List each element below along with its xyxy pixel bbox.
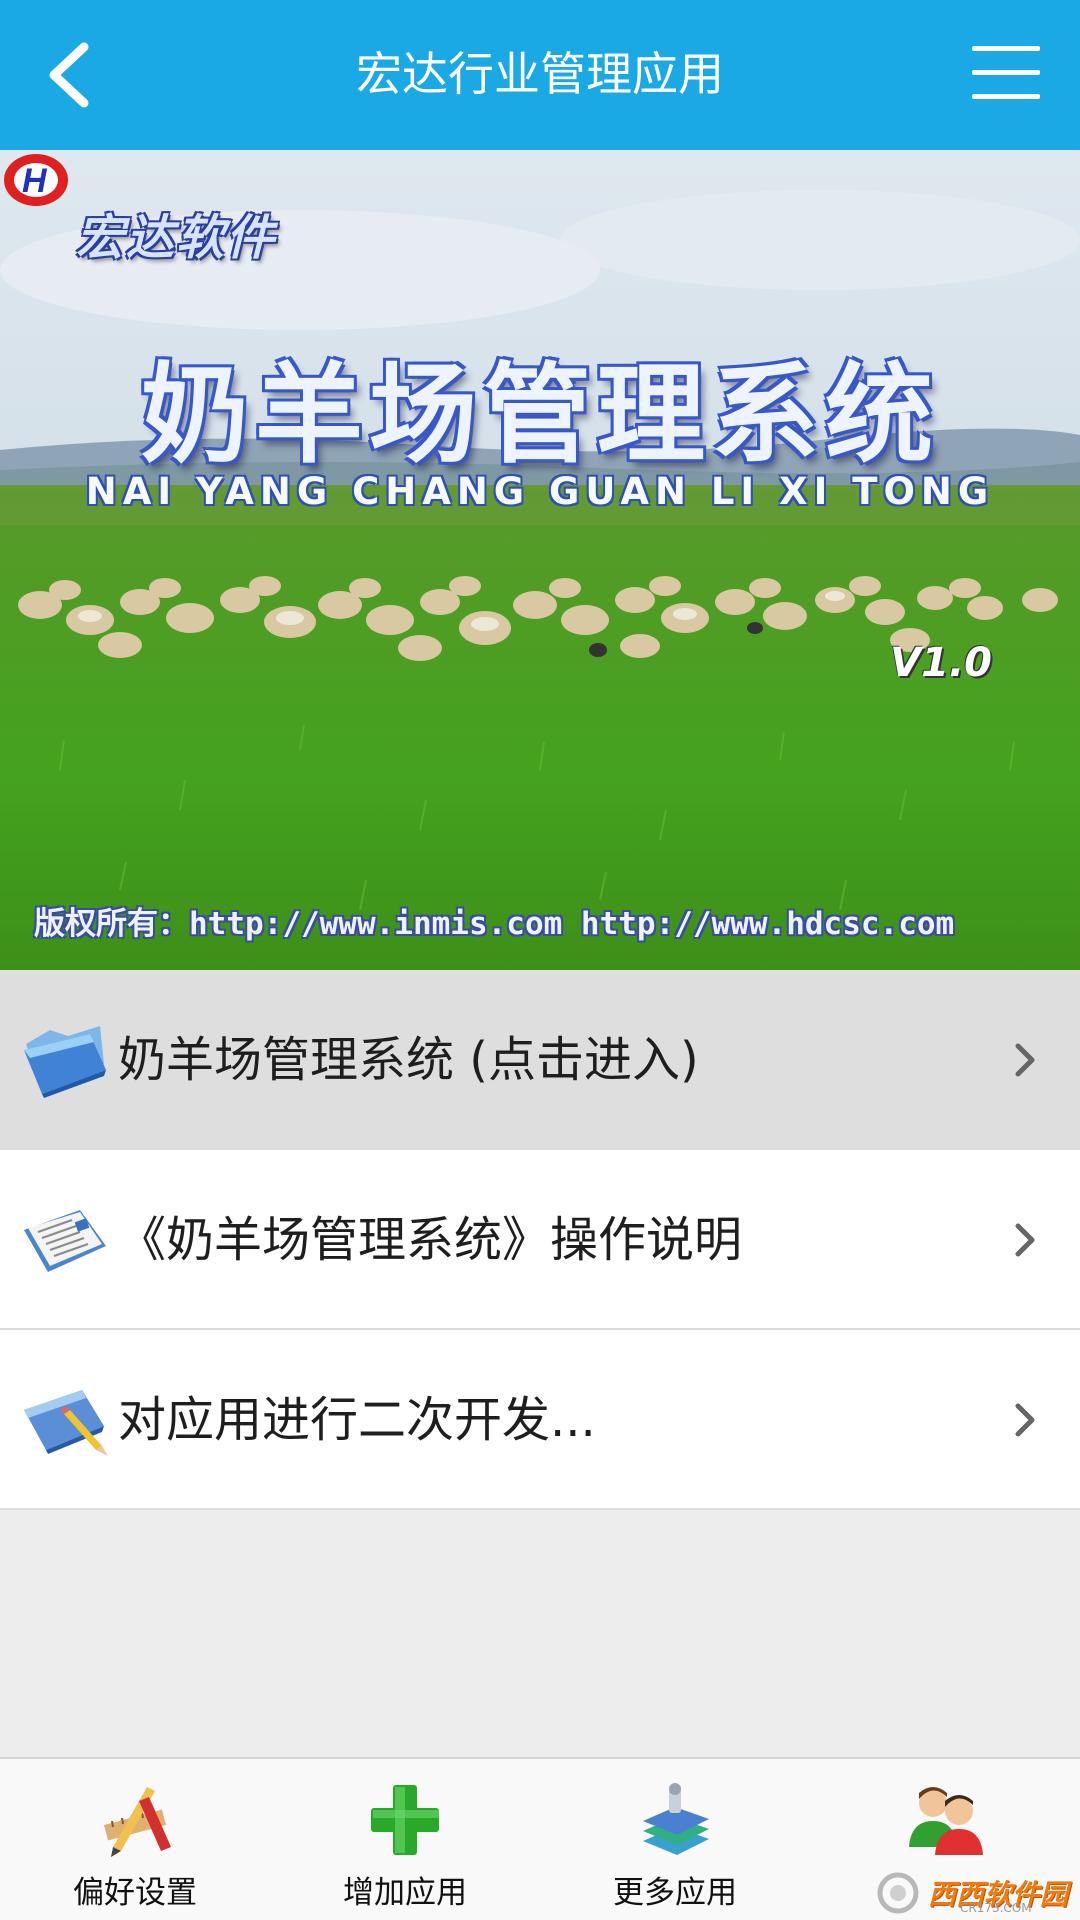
contacts-icon [909, 1787, 983, 1855]
copyright-text: 版权所有：http://www.inmis.com http://www.hdc… [34, 906, 955, 942]
hamburger-menu-icon [972, 46, 1040, 99]
app-header: 宏达行业管理应用 [0, 0, 1080, 150]
newspaper-icon [24, 1210, 106, 1272]
nav-item-more-apps[interactable]: 更多应用 [540, 1759, 810, 1920]
brand-name: 宏达软件 [76, 210, 277, 266]
folder-pencil-icon [24, 1390, 108, 1456]
banner-image[interactable]: H 宏达软件 奶羊场管理系统 NAI YANG CHANG GUAN LI XI… [0, 150, 1080, 970]
chevron-right-icon [1015, 1043, 1035, 1077]
books-stack-icon [643, 1783, 709, 1855]
banner-pinyin: NAI YANG CHANG GUAN LI XI TONG [85, 470, 995, 513]
nav-label: 偏好设置 [73, 1875, 197, 1911]
brand-logo-icon: H [4, 154, 68, 206]
menu-button[interactable] [970, 42, 1042, 104]
banner-title: 奶羊场管理系统 [140, 353, 939, 478]
nav-item-add-app[interactable]: 增加应用 [270, 1759, 540, 1920]
app-menu-list: 奶羊场管理系统 (点击进入) 《奶羊场管理系统》操作说明 对应用进行二次开发..… [0, 970, 1080, 1510]
nav-label: 更多应用 [613, 1875, 737, 1911]
list-item-develop[interactable]: 对应用进行二次开发... [0, 1330, 1080, 1510]
list-item-label: 对应用进行二次开发... [118, 1392, 596, 1448]
list-item-label: 《奶羊场管理系统》操作说明 [118, 1212, 743, 1268]
chevron-right-icon [1015, 1223, 1035, 1257]
version-label: V1.0 [890, 640, 992, 686]
chevron-right-icon [1015, 1403, 1035, 1437]
bottom-navigation: 偏好设置 增加应用 更多应用 联系我们 [0, 1757, 1080, 1920]
list-item-instructions[interactable]: 《奶羊场管理系统》操作说明 [0, 1150, 1080, 1330]
list-item-enter-system[interactable]: 奶羊场管理系统 (点击进入) [0, 970, 1080, 1150]
page-title: 宏达行业管理应用 [356, 47, 724, 101]
nav-item-preferences[interactable]: 偏好设置 [0, 1759, 270, 1920]
nav-label: 增加应用 [343, 1875, 467, 1911]
tools-icon [103, 1787, 171, 1857]
plus-icon [371, 1785, 439, 1855]
grassland-sheep-illustration [0, 150, 1080, 970]
watermark-subtext: CR173.COM [960, 1901, 1032, 1915]
watermark-logo: 西西软件园 CR173.COM [872, 1871, 1072, 1915]
watermark-emblem-icon [877, 1872, 919, 1914]
list-item-label: 奶羊场管理系统 (点击进入) [118, 1032, 699, 1088]
folder-icon [24, 1026, 106, 1098]
svg-text:H: H [22, 162, 48, 200]
